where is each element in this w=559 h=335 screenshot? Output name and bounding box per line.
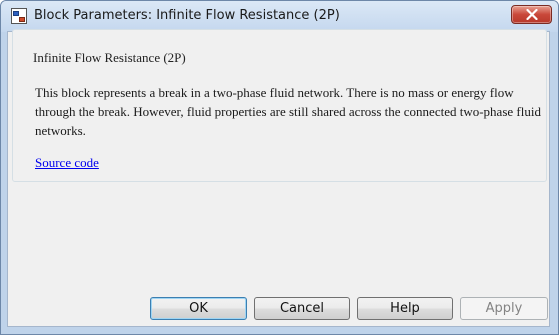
groupbox-title: Infinite Flow Resistance (2P) xyxy=(30,50,189,66)
block-description: This block represents a break in a two-p… xyxy=(35,85,541,138)
simulink-block-icon xyxy=(11,8,27,24)
cancel-button[interactable]: Cancel xyxy=(254,297,350,320)
window-title: Block Parameters: Infinite Flow Resistan… xyxy=(34,8,340,23)
title-bar[interactable]: Block Parameters: Infinite Flow Resistan… xyxy=(1,1,558,32)
apply-button[interactable]: Apply xyxy=(460,297,548,320)
source-code-link[interactable]: Source code xyxy=(35,155,99,171)
ok-button[interactable]: OK xyxy=(150,297,247,320)
close-icon xyxy=(526,9,538,20)
close-button[interactable] xyxy=(511,5,552,24)
help-button[interactable]: Help xyxy=(357,297,453,320)
